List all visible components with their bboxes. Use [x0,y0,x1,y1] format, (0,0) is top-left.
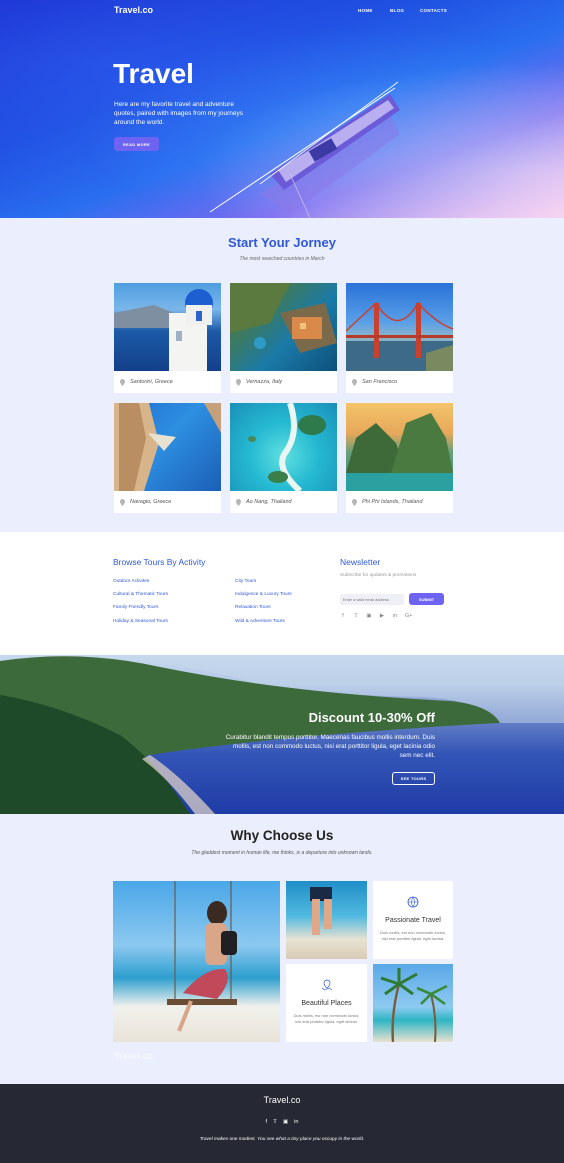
see-tours-button[interactable]: SEE TOURS [392,772,435,785]
instagram-icon[interactable]: ▣ [366,613,372,619]
tour-link-holiday[interactable]: Holiday & Seasonal Tours [113,619,168,624]
destination-card-santorini[interactable]: Santorini, Greece [114,283,221,393]
browse-section: Browse Tours By Activity Outdoor Activit… [0,532,564,655]
twitter-icon[interactable]: 𝕋 [353,613,359,619]
location-pin-icon [120,378,125,386]
card-location: San Francisco [362,379,398,385]
feature-passionate-travel: Passionate Travel Duis mollis, est non c… [373,881,453,959]
card-location: Navagio, Greece [130,499,172,505]
destination-card-san-francisco[interactable]: San Francisco [346,283,453,393]
ao-nang-image [230,403,337,491]
map-icon [321,979,332,991]
beach-walk-photo [286,881,367,959]
card-location: Vernazza, Italy [246,379,283,385]
location-pin-icon [236,378,241,386]
tour-link-family[interactable]: Family Friendly Tours [113,605,159,610]
discount-text: Curabitur blandit tempus porttitor. Maec… [225,734,435,760]
footer-social-icons: f 𝕋 ▣ in [0,1119,564,1125]
tour-link-luxury[interactable]: Indulgence & Luxury Tours [235,592,292,597]
card-caption: Navagio, Greece [114,491,221,513]
newsletter-subtitle: Subscribe for updates & promotions [340,573,417,578]
read-more-button[interactable]: READ MORE [114,137,159,151]
main-nav-blog: BLOG [390,8,404,13]
why-subtitle: The gladdest moment in human life, me th… [191,850,373,856]
destination-card-phi-phi[interactable]: Phi Phi Islands, Thailand [346,403,453,513]
hero-banner: Travel.co HOME BLOG CONTACTS Travel Here… [0,0,564,218]
card-caption: Ao Nang, Thailand [230,491,337,513]
vernazza-image [230,283,337,371]
facebook-icon[interactable]: f [266,1119,268,1125]
feature-text: Duis mollis, est non commodo luctus, nis… [379,930,447,941]
main-nav-contacts: CONTACTS [420,8,447,13]
navagio-image [114,403,221,491]
hero-text: Here are my favorite travel and adventur… [114,101,243,127]
footer-brand[interactable]: Travel.co [0,1095,564,1105]
tour-link-relaxation[interactable]: Relaxation Tours [235,605,271,610]
linkedin-icon[interactable]: in [392,613,398,619]
card-caption: Vernazza, Italy [230,371,337,393]
phi-phi-image [346,403,453,491]
palm-trees-photo [373,964,453,1042]
tour-link-outdoor[interactable]: Outdoor Activites [113,579,149,584]
location-pin-icon [120,498,125,506]
facebook-icon[interactable]: f [340,613,346,619]
footer-quote: Travel makes one modest. You see what a … [199,1137,365,1142]
why-title: Why Choose Us [230,828,334,843]
browse-title: Browse Tours By Activity [113,557,206,567]
boat-illustration [209,81,400,218]
tour-link-cultural[interactable]: Cultural & Thematic Tours [113,592,168,597]
card-caption: Phi Phi Islands, Thailand [346,491,453,513]
san-francisco-image [346,283,453,371]
youtube-icon[interactable]: ▶ [379,613,385,619]
card-location: Ao Nang, Thailand [246,499,292,505]
linkedin-icon[interactable]: in [294,1119,298,1125]
swing-photo [113,881,280,1042]
twitter-icon[interactable]: 𝕋 [273,1119,277,1125]
newsletter-title: Newsletter [340,557,381,567]
google-plus-icon[interactable]: G+ [405,613,413,619]
instagram-icon[interactable]: ▣ [283,1119,288,1125]
brand-logo[interactable]: Travel.co [114,5,153,15]
email-field[interactable] [340,594,404,605]
discount-banner: Discount 10-30% Off Curabitur blandit te… [0,655,564,814]
location-pin-icon [352,378,357,386]
globe-icon [407,896,419,908]
feature-text: Duis mollis, est non commodo luctus, nis… [293,1013,360,1024]
newsletter-social-icons: f 𝕋 ▣ ▶ in G+ [340,613,413,619]
destination-card-vernazza[interactable]: Vernazza, Italy [230,283,337,393]
tour-link-city[interactable]: City Tours [235,579,256,584]
nav-blog[interactable]: BLOG [390,8,404,13]
tour-link-wild[interactable]: Wild & Adventure Tours [235,619,285,624]
location-pin-icon [236,498,241,506]
card-caption: Santorini, Greece [114,371,221,393]
feature-title: Passionate Travel [385,917,441,924]
santorini-image [114,283,221,371]
footer: Travel.co f 𝕋 ▣ in Travel makes one mode… [0,1084,564,1163]
journey-subtitle: The most searched countries in March [239,256,325,262]
card-location: Phi Phi Islands, Thailand [362,499,423,505]
submit-button[interactable]: SUBMIT [409,593,444,605]
card-location: Santorini, Greece [130,379,173,385]
hero-title: Travel [113,58,194,89]
nav-home[interactable]: HOME [358,8,373,13]
feature-beautiful-places: Beautiful Places Duis mollis, est non co… [286,964,367,1042]
why-section: Why Choose Us The gladdest moment in hum… [0,814,564,1084]
location-pin-icon [352,498,357,506]
journey-title: Start Your Jorney [228,235,336,250]
feature-title: Beautiful Places [301,1000,352,1007]
card-caption: San Francisco [346,371,453,393]
discount-title: Discount 10-30% Off [308,710,435,725]
destination-card-ao-nang[interactable]: Ao Nang, Thailand [230,403,337,513]
nav-contacts[interactable]: CONTACTS [420,8,447,13]
main-nav: HOME [358,8,373,13]
watermark-brand: Travel.co [114,1051,154,1061]
destination-card-navagio[interactable]: Navagio, Greece [114,403,221,513]
